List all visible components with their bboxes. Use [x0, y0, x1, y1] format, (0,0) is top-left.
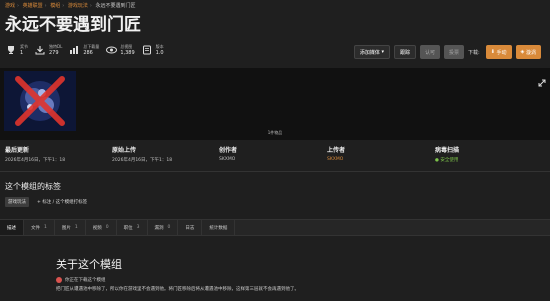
breadcrumb-current: 永远不要遇到门匠	[95, 3, 136, 9]
stat-unique-downloads: 独特DL 279	[34, 44, 62, 56]
about-heading: 关于这个模组	[56, 258, 122, 271]
add-collection-button[interactable]: 添加媒体 ▾	[353, 45, 390, 59]
tab-posts[interactable]: 职位 3	[117, 220, 148, 235]
gallery-count: 1件物品	[267, 130, 283, 135]
alert-icon	[56, 277, 62, 283]
page-title: 永远不要遇到门匠	[5, 15, 141, 35]
stat-endorsements: 奖节 1	[5, 44, 28, 56]
breadcrumb: 游戏 › 英雄联盟 › 模组 › 游戏玩法 › 永远不要遇到门匠	[5, 3, 136, 9]
stat-value: 1	[20, 50, 24, 56]
mod-stats: 奖节 1 独特DL 279 总下载量 286 总视图 1,389 版本 1.0	[5, 44, 164, 56]
meta-last-updated: 最后更新 2026年4月16日，下午1：18	[5, 147, 66, 163]
tags-heading: 这个模组的标签	[5, 182, 61, 191]
download-label: 下载:	[468, 49, 480, 56]
breadcrumb-item[interactable]: 模组	[50, 3, 60, 9]
stat-total-views: 总视图 1,389	[105, 44, 135, 56]
chevron-down-icon: ▾	[381, 49, 384, 55]
vote-button[interactable]: 投票	[444, 45, 465, 59]
endorse-button[interactable]: 认可	[420, 45, 441, 59]
stat-total-downloads: 总下载量 286	[68, 44, 99, 56]
tab-description[interactable]: 描述	[0, 220, 24, 235]
add-tag-button[interactable]: + 标注 / 这个模组打标签	[37, 199, 87, 205]
vortex-download-button[interactable]: ◈ 漩涡	[515, 45, 541, 59]
gallery-thumbnail[interactable]	[4, 71, 76, 131]
mod-actions: 添加媒体 ▾ 跟踪 认可 投票 下载: ⬇ 手动 ◈ 漩涡	[353, 45, 541, 59]
mod-tabs: 描述 文件 1 图片 1 视频 0 职位 3 漏洞 0 日志 统计数据	[0, 219, 550, 236]
breadcrumb-item[interactable]: 游戏	[5, 3, 15, 9]
tab-bugs[interactable]: 漏洞 0	[148, 220, 179, 235]
expand-icon[interactable]	[538, 72, 546, 87]
track-button[interactable]: 跟踪	[393, 45, 416, 59]
about-section: 关于这个模组 你正在下载这个模组 把门匠从遭遇池中移除了，所以你在游戏里不会遇到…	[56, 256, 299, 292]
tab-images[interactable]: 图片 1	[55, 220, 86, 235]
virus-scan-status: ● 安全使用	[435, 158, 459, 163]
mod-preview-image	[4, 71, 76, 131]
breadcrumb-item[interactable]: 英雄联盟	[23, 3, 43, 9]
meta-uploaded-by: 上传者 SKXMO	[327, 147, 346, 162]
vortex-icon: ◈	[520, 49, 525, 55]
meta-created-by: 创作者 SKXMO	[219, 147, 238, 162]
tab-videos[interactable]: 视频 0	[86, 220, 117, 235]
tag-chip[interactable]: 游戏玩法	[5, 197, 29, 207]
download-icon: ⬇	[490, 49, 495, 55]
stat-value: 1.0	[155, 50, 164, 56]
tab-files[interactable]: 文件 1	[24, 220, 55, 235]
stat-value: 1,389	[120, 50, 135, 56]
meta-original-upload: 原始上传 2026年4月16日，下午1：18	[112, 147, 173, 163]
check-circle-icon: ●	[435, 158, 439, 163]
manual-download-button[interactable]: ⬇ 手动	[485, 45, 512, 59]
version-icon	[141, 44, 153, 56]
stat-value: 286	[83, 50, 93, 56]
mod-metadata: 最后更新 2026年4月16日，下午1：18 原始上传 2026年4月16日，下…	[0, 145, 550, 172]
mod-description: 把门匠从遭遇池中移除了，所以你在游戏里不会遇到他。将门匠移除后将从遭遇池中移除，…	[56, 287, 299, 292]
stat-version: 版本 1.0	[141, 44, 164, 56]
chart-icon	[68, 44, 80, 56]
stat-value: 279	[49, 50, 59, 56]
tag-list: 游戏玩法 + 标注 / 这个模组打标签	[5, 197, 87, 207]
download-notice: 你正在下载这个模组	[56, 277, 299, 283]
tab-stats[interactable]: 统计数据	[202, 220, 236, 235]
download-icon	[34, 44, 46, 56]
image-gallery: 1件物品	[0, 68, 550, 140]
meta-virus-scan: 病毒扫描 ● 安全使用	[435, 147, 460, 163]
breadcrumb-item[interactable]: 游戏玩法	[68, 3, 88, 9]
trophy-icon	[5, 44, 17, 56]
eye-icon	[105, 44, 117, 56]
tab-logs[interactable]: 日志	[178, 220, 203, 235]
uploader-link[interactable]: SKXMO	[327, 157, 345, 162]
